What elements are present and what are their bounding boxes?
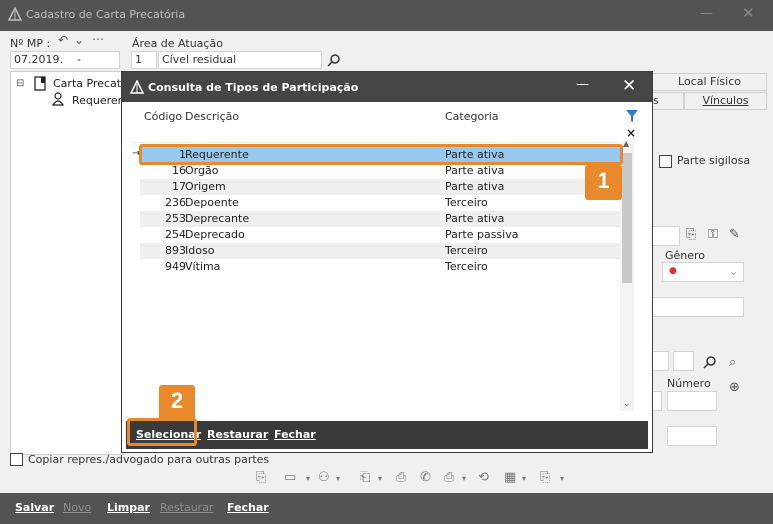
main-window-title: Cadastro de Carta Precatória (26, 8, 186, 21)
main-window-titlebar: Cadastro de Carta Precatória — ✕ (0, 0, 773, 31)
genero-dot-icon: ● (669, 266, 677, 276)
genero-label: Gênero (665, 249, 706, 262)
step-badge-2: 2 (159, 385, 195, 421)
scrollbar-thumb[interactable] (622, 153, 632, 283)
phone-icon[interactable]: ✆ (420, 470, 431, 485)
people-icon[interactable]: ⚇ (318, 470, 330, 485)
minimize-icon[interactable]: — (576, 77, 589, 92)
dropdown-arrow-icon[interactable]: ▾ (306, 474, 310, 483)
table-row[interactable]: 254 Deprecado Parte passiva (140, 227, 628, 243)
highlight-row-box (139, 144, 623, 165)
person-lock-icon[interactable]: ⚿ (708, 227, 718, 242)
more-icon[interactable]: ⋯ (92, 32, 104, 46)
chevron-down-icon: ⌄ (729, 265, 739, 278)
fechar-dialog-button[interactable]: Fechar (274, 428, 316, 441)
close-icon[interactable]: ✕ (742, 4, 755, 22)
right-field-3[interactable] (652, 351, 669, 371)
documents-icon[interactable]: ⎗ (360, 470, 370, 485)
tab-local-fisico[interactable]: Local Físico (652, 73, 767, 91)
right-field-4[interactable] (673, 351, 694, 371)
right-field-5[interactable] (652, 391, 662, 411)
filter-icon[interactable] (625, 109, 639, 123)
calendar-icon[interactable]: ▦ (504, 470, 516, 485)
restaurar-button[interactable]: Restaurar (160, 501, 213, 514)
document-icon (34, 76, 46, 91)
table-row[interactable]: 253 Deprecante Parte ativa (140, 211, 628, 227)
tab-vinculos[interactable]: Vínculos (684, 92, 767, 110)
novo-button[interactable]: Novo (63, 501, 91, 514)
app-logo-icon (8, 7, 22, 21)
highlight-selecionar-box (127, 418, 197, 446)
column-header-descricao[interactable]: Descrição (185, 110, 239, 123)
table-row[interactable]: 893 Idoso Terceiro (140, 243, 628, 259)
scroll-down-icon[interactable]: ⌄ (623, 399, 631, 409)
search-icon[interactable] (327, 53, 341, 67)
parte-sigilosa-checkbox[interactable] (659, 155, 672, 168)
add-location-icon[interactable]: ⊕ (729, 380, 740, 395)
person-icon (52, 92, 64, 106)
limpar-button[interactable]: Limpar (107, 501, 150, 514)
toolbar-icons: ⎘ ▭ ▾ ⚇ ▾ ⎗ ▾ ⎙ ✆ ⎙ ▾ ⟲ ▦ ▾ ⎘ ▾ (256, 470, 586, 488)
bottom-action-bar: Salvar Novo Limpar Restaurar Fechar (0, 493, 773, 524)
dialog-titlebar: Consulta de Tipos de Participação — ✕ (122, 72, 652, 102)
history-icon[interactable]: ⟲ (478, 470, 489, 485)
table-row[interactable]: 17 Origem Parte ativa (140, 179, 628, 195)
right-field-1[interactable] (652, 226, 680, 246)
area-code-field[interactable]: 1 (131, 51, 157, 69)
tab-partial[interactable]: s (652, 92, 684, 110)
dropdown-arrow-icon[interactable]: ▾ (336, 474, 340, 483)
fechar-button[interactable]: Fechar (227, 501, 269, 514)
right-field-6[interactable] (667, 426, 717, 446)
mp-label: Nº MP : (10, 37, 51, 50)
copiar-checkbox[interactable] (10, 453, 23, 466)
report-icon[interactable]: ⎘ (540, 470, 550, 485)
attach-icon[interactable]: ⎙ (396, 470, 406, 485)
table-row[interactable]: 16 Orgão Parte ativa (140, 163, 628, 179)
person-edit-icon[interactable]: ✎ (729, 227, 740, 242)
parte-sigilosa-label: Parte sigilosa (677, 154, 751, 167)
tree-panel (10, 71, 124, 455)
dialog-title: Consulta de Tipos de Participação (148, 81, 359, 94)
right-field-2[interactable] (652, 297, 744, 317)
print-icon[interactable]: ⎙ (444, 470, 454, 485)
minimize-icon[interactable]: — (700, 6, 713, 21)
column-header-categoria[interactable]: Categoria (445, 110, 499, 123)
consulta-dialog: Consulta de Tipos de Participação — ✕ Có… (121, 71, 653, 453)
dropdown-arrow-icon[interactable]: ▾ (560, 474, 564, 483)
area-label: Área de Atuação (132, 37, 223, 50)
numero-field[interactable] (667, 391, 717, 411)
step-badge-1: 1 (585, 165, 622, 200)
clear-filter-icon[interactable]: × (626, 126, 636, 140)
undo-icon[interactable]: ↶ (58, 33, 68, 47)
table-row[interactable]: 949 Vítima Terceiro (140, 259, 628, 275)
close-icon[interactable]: ✕ (622, 76, 636, 96)
dropdown-arrow-icon[interactable]: ▾ (378, 474, 382, 483)
scroll-up-icon[interactable]: ▲ (623, 139, 629, 148)
location-search-icon[interactable]: ⌕ (729, 355, 736, 370)
search-icon[interactable] (703, 355, 717, 369)
numero-label: Número (667, 377, 711, 390)
tree-collapse-icon[interactable]: ⊟ (16, 78, 24, 89)
person-search-icon[interactable]: ⎘ (686, 227, 696, 242)
salvar-button[interactable]: Salvar (15, 501, 54, 514)
restaurar-dialog-button[interactable]: Restaurar (207, 428, 268, 441)
genero-select[interactable]: ● ⌄ (662, 262, 744, 282)
dropdown-arrow-icon[interactable]: ▾ (522, 474, 526, 483)
copiar-label: Copiar repres./advogado para outras part… (28, 453, 270, 466)
mp-number-field[interactable]: 07.2019. - (10, 51, 120, 69)
chevron-down-icon[interactable]: ⌄ (74, 33, 84, 47)
filter-row[interactable] (132, 124, 620, 143)
folder-icon[interactable]: ▭ (284, 470, 296, 485)
copy-doc-icon[interactable]: ⎘ (256, 470, 266, 485)
grid-scrollbar[interactable]: ▲ ⌄ (620, 139, 634, 411)
dropdown-arrow-icon[interactable]: ▾ (462, 474, 466, 483)
table-row[interactable]: 236 Depoente Terceiro (140, 195, 628, 211)
dialog-footer: Selecionar Restaurar Fechar (126, 421, 648, 449)
app-logo-icon (130, 80, 144, 94)
tree-root-label[interactable]: Carta Precató (53, 77, 128, 90)
column-header-codigo[interactable]: Código (144, 110, 182, 123)
area-value-field[interactable]: Cível residual (158, 51, 322, 69)
